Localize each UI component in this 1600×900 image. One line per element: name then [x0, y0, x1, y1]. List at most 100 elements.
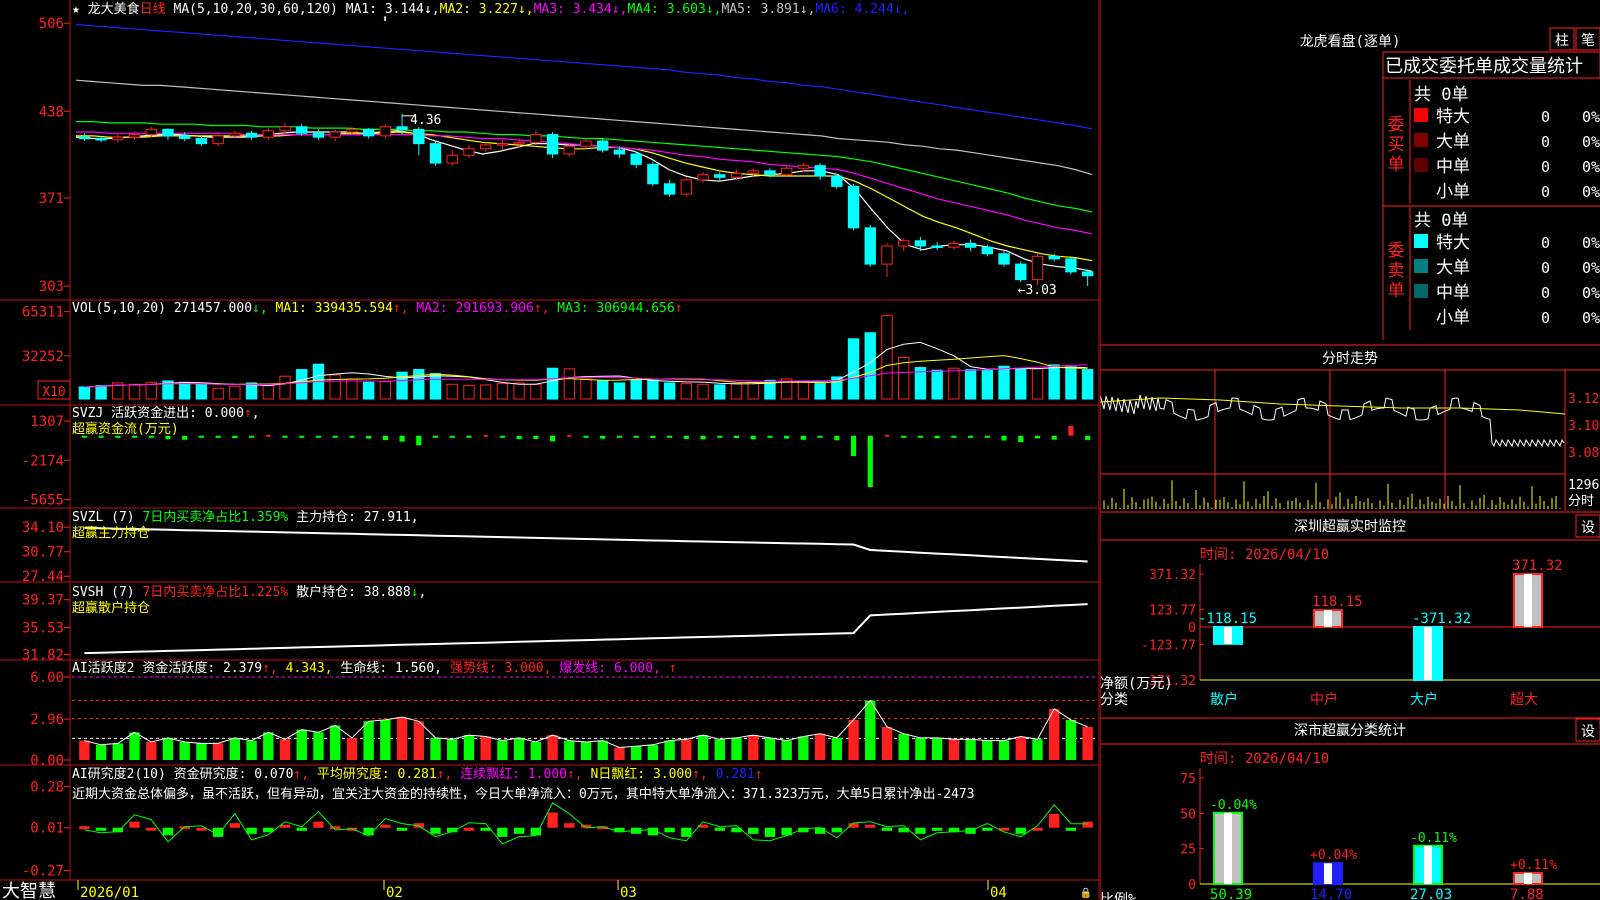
main-legend-part: MA5: 3.891 [721, 2, 799, 17]
ai1-bar [329, 725, 341, 760]
ai2-legend-part: 0.281 [716, 767, 755, 782]
stats-chart-settings-label[interactable]: 设 [1581, 724, 1595, 740]
ai1-legend: AI活跃度2 资金活跃度: 2.379↑, 4.343, 生命线: 1.560,… [72, 660, 677, 676]
volume-bar [663, 382, 676, 400]
buy-orders-row-label: 中单 [1436, 157, 1470, 177]
volume-legend-part: 271457.000 [174, 301, 252, 316]
ai1-bar [246, 740, 257, 760]
button-zhu-label[interactable]: 柱 [1555, 33, 1569, 49]
ai1-bar [162, 737, 174, 760]
ai1-bar [447, 739, 458, 760]
ai2-bar [547, 812, 558, 828]
ai1-bar [948, 739, 960, 760]
candle-body [914, 240, 927, 247]
monitor-chart-axis-label: 0 [1188, 621, 1196, 636]
ai1-bar [798, 736, 809, 760]
ai2-bar [129, 821, 140, 828]
ai2-bar [246, 827, 257, 834]
sell-orders-vertical-label: 卖 [1388, 261, 1405, 281]
buy-orders-row-value: 0 [1541, 133, 1550, 151]
candle-body [245, 132, 258, 138]
volume-legend-part: MA2: 291693.906 [416, 301, 533, 316]
candle-body [931, 245, 943, 248]
ai2-bar [396, 827, 408, 831]
date-label: 04 [990, 885, 1007, 900]
volume-bar [546, 367, 559, 400]
monitor-chart-bar-highlight [1324, 610, 1332, 627]
ai1-bar [630, 746, 642, 760]
lock-icon: 🔒 [1080, 887, 1092, 899]
volume-bar [279, 375, 291, 400]
monitor-chart-ylabel: 净额(万元) [1100, 676, 1173, 692]
stats-chart-change-label: +0.04% [1310, 848, 1357, 863]
ai1-bar [982, 740, 993, 760]
ai2-bar [430, 827, 441, 834]
candle-body [697, 174, 709, 181]
sell-orders-row-percent: 0% [1582, 259, 1600, 277]
flow-bar [633, 435, 639, 438]
svzl-legend: SVZL (7) 7日内买卖净占比1.359% 主力持仓: 27.911, [72, 509, 419, 525]
candle-body [613, 149, 626, 155]
ai1-bar [363, 721, 374, 760]
volume-bar [1031, 368, 1044, 400]
candle-body [597, 140, 609, 151]
volume-bar [747, 381, 759, 400]
candle-body [479, 144, 492, 150]
side-background [1100, 0, 1600, 900]
ai2-bar [564, 823, 575, 828]
flow-bar [432, 435, 439, 438]
flow-bar [717, 435, 723, 438]
ai2-bar [497, 827, 508, 837]
flow-bar [1001, 435, 1007, 441]
flow-bar [567, 434, 572, 437]
flow-bar [834, 435, 840, 441]
ai2-legend-part: 平均研究度: 0.281 [317, 766, 437, 782]
candle-body [797, 165, 810, 169]
volume-bar [329, 374, 341, 400]
button-bi-label[interactable]: 笔 [1581, 33, 1595, 49]
volume-bar [948, 367, 960, 400]
sell-orders-row-label: 特大 [1436, 233, 1470, 253]
main-legend-part: ↓, [612, 2, 628, 17]
ai2-bar [831, 827, 843, 833]
stock-terminal: 506 438 371 303 4.36 ←3.03 ★ 龙大美食日线 MA(5,10,20… [0, 0, 1600, 900]
ai1-bar [430, 737, 441, 760]
ai1-bar [898, 733, 909, 760]
ai2-bar [931, 827, 943, 831]
price-axis-label: 371 [39, 191, 64, 207]
volume-legend-part: ↓, [252, 301, 275, 316]
svsh-legend-part: , [419, 585, 427, 600]
flow-bar [967, 435, 974, 438]
monitor-chart-settings-label[interactable]: 设 [1581, 520, 1595, 536]
ai1-bar [530, 742, 542, 760]
sell-orders-row-percent: 0% [1582, 309, 1600, 327]
volume-bar [429, 373, 442, 400]
ai1-bar [129, 732, 140, 760]
ai1-bar [1015, 736, 1026, 760]
price-high-label: 4.36 [410, 113, 441, 128]
candle-body [179, 135, 191, 139]
ai1-bar [263, 732, 274, 760]
ai1-bar [564, 740, 575, 760]
ai1-bar [748, 735, 759, 760]
ai1-bar [1082, 726, 1093, 760]
volume-bar [597, 380, 609, 400]
candle-body [814, 165, 826, 177]
volume-legend-part: ↑ [675, 301, 683, 316]
monitor-chart-axis-label: 371.32 [1149, 568, 1196, 583]
brand-logo: 大智慧 [2, 881, 56, 900]
ai2-bar [1049, 814, 1060, 828]
ai2-bar [229, 823, 241, 828]
ai1-legend-part: ↑, [262, 661, 285, 676]
volume-bar [78, 386, 91, 400]
ai2-bar [814, 827, 826, 834]
sell-orders-row-label: 小单 [1436, 308, 1470, 328]
candle-body [764, 170, 776, 176]
flow-axis-label: -2174 [22, 453, 64, 469]
volume-bar [379, 381, 392, 400]
volume-legend-part: ↑, [393, 301, 416, 316]
buy-orders-row-percent: 0% [1582, 108, 1600, 126]
candle-body [747, 170, 759, 174]
monitor-chart-time: 时间: 2026/04/10 [1200, 547, 1329, 563]
stats-chart-change-label: +0.11% [1510, 858, 1557, 873]
